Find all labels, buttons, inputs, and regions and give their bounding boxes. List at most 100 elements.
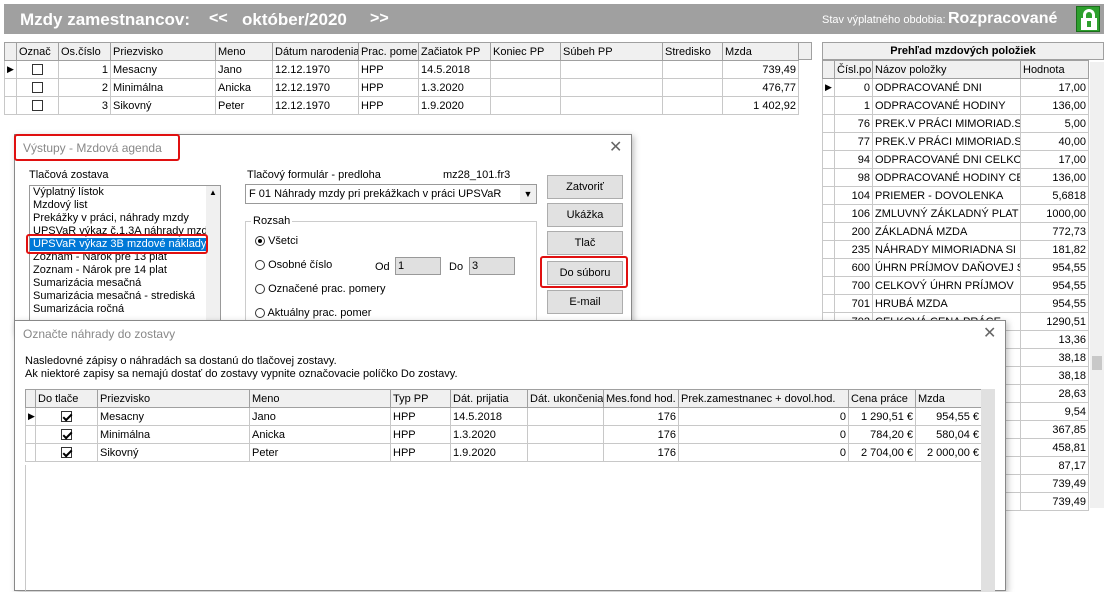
email-button[interactable]: E-mail (547, 290, 623, 314)
radio-personal-number[interactable]: Osobné číslo (255, 259, 332, 271)
table-row[interactable]: 98 ODPRACOVANÉ HODINY CE 136,00 (822, 168, 1089, 187)
form-label: Tlačový formulár - predloha (247, 169, 381, 181)
scrollbar-thumb[interactable] (1092, 356, 1102, 370)
table-row[interactable]: ▶ Mesacny Jano HPP 14.5.2018 176 0 1 290,51 €95… (25, 407, 982, 426)
table-row[interactable]: Minimálna Anicka HPP 1.3.2020 176 0 784,20 €58… (25, 425, 982, 444)
from-input[interactable]: 1 (395, 257, 441, 275)
report-list-item[interactable]: Sumarizácia ročná (30, 303, 206, 316)
col-header[interactable]: Os.číslo (58, 42, 111, 61)
mark-checkbox[interactable] (16, 96, 59, 115)
report-list-item[interactable]: Zoznam - Nárok pre 14 plat (30, 264, 206, 277)
col-header[interactable]: Meno (215, 42, 273, 61)
cell: 235 (834, 240, 873, 259)
table-row[interactable]: ▶ 0 ODPRACOVANÉ DNI 17,00 (822, 78, 1089, 97)
compensation-scrollbar[interactable] (981, 389, 995, 592)
unlock-icon[interactable] (1076, 6, 1100, 32)
col-header[interactable]: Názov položky (872, 60, 1021, 79)
table-row[interactable]: 94 ODPRACOVANÉ DNI CELKOM 17,00 (822, 150, 1089, 169)
table-row[interactable]: 2 Minimálna Anicka 12.12.1970 HPP 1.3.20… (4, 78, 799, 97)
table-row[interactable]: 700 CELKOVÝ ÚHRN PRÍJMOV 954,55 (822, 276, 1089, 295)
table-row[interactable]: 1 ODPRACOVANÉ HODINY 136,00 (822, 96, 1089, 115)
from-label: Od (375, 261, 390, 273)
table-row[interactable]: 3 Sikovný Peter 12.12.1970 HPP 1.9.2020 … (4, 96, 799, 115)
report-list-item[interactable]: Mzdový list (30, 199, 206, 212)
cell: 1290,51 (1020, 312, 1089, 331)
col-header[interactable]: Cena práce (848, 389, 916, 408)
col-header[interactable]: Do tlače (35, 389, 98, 408)
col-header[interactable]: Hodnota (1020, 60, 1089, 79)
radio-current[interactable]: Aktuálny prac. pomer (255, 307, 371, 319)
table-row[interactable]: ▶ 1 Mesacny Jano 12.12.1970 HPP 14.5.201… (4, 60, 799, 79)
form-select[interactable]: F 01 Náhrady mzdy pri prekážkach v práci… (245, 184, 537, 204)
col-header[interactable]: Koniec PP (490, 42, 561, 61)
col-header[interactable]: Stredisko (662, 42, 723, 61)
range-label: Rozsah (251, 215, 293, 227)
col-header[interactable]: Prek.zamestnanec + dovol.hod. (678, 389, 849, 408)
items-scrollbar[interactable] (1090, 62, 1104, 508)
col-header[interactable]: Označ (16, 42, 59, 61)
close-icon[interactable]: ✕ (609, 137, 622, 157)
table-row[interactable]: 200 ZÁKLADNÁ MZDA 772,73 (822, 222, 1089, 241)
next-month-button[interactable]: >> (370, 10, 389, 28)
col-header[interactable]: Dát. prijatia (450, 389, 528, 408)
report-list-item[interactable]: Výplatný lístok (30, 186, 206, 199)
mark-checkbox[interactable] (16, 78, 59, 97)
radio-all[interactable]: Všetci (255, 235, 298, 247)
report-list-item[interactable]: Sumarizácia mesačná - strediská (30, 290, 206, 303)
table-row[interactable]: 76 PREK.V PRÁCI MIMORIAD.SI 5,00 (822, 114, 1089, 133)
row-indicator (25, 443, 36, 462)
cell: 17,00 (1020, 78, 1089, 97)
table-row[interactable]: 701 HRUBÁ MZDA 954,55 (822, 294, 1089, 313)
col-header[interactable]: Mzda (915, 389, 982, 408)
table-row[interactable]: 77 PREK.V PRÁCI MIMORIAD.SI 40,00 (822, 132, 1089, 151)
col-header[interactable]: Dát. ukončenia (527, 389, 604, 408)
table-row[interactable]: Sikovný Peter HPP 1.9.2020 176 0 2 704,00 €2 0… (25, 443, 982, 462)
cell: 1 (834, 96, 873, 115)
print-checkbox[interactable] (35, 425, 98, 444)
cell: PREK.V PRÁCI MIMORIAD.SI (872, 132, 1021, 151)
col-header[interactable]: Priezvisko (110, 42, 216, 61)
mark-checkbox[interactable] (16, 60, 59, 79)
table-row[interactable]: 600 ÚHRN PRÍJMOV DAŇOVEJ S 954,55 (822, 258, 1089, 277)
close-icon[interactable]: ✕ (983, 323, 996, 343)
grid-corner (798, 42, 812, 60)
report-list-item[interactable]: Sumarizácia mesačná (30, 277, 206, 290)
row-indicator (822, 222, 835, 241)
col-header[interactable]: Súbeh PP (560, 42, 663, 61)
col-header[interactable]: Prac. pomer (358, 42, 419, 61)
col-header[interactable]: Mzda (722, 42, 799, 61)
table-row[interactable]: 106 ZMLUVNÝ ZÁKLADNÝ PLAT 1000,00 (822, 204, 1089, 223)
print-checkbox[interactable] (35, 407, 98, 426)
prev-month-button[interactable]: << (209, 10, 228, 28)
col-header[interactable]: Meno (249, 389, 391, 408)
cell (527, 407, 604, 426)
preview-button[interactable]: Ukážka (547, 203, 623, 227)
col-header[interactable]: Dátum narodenia (272, 42, 359, 61)
radio-marked[interactable]: Označené prac. pomery (255, 283, 385, 295)
table-row[interactable]: 235 NÁHRADY MIMORIADNA SI 181,82 (822, 240, 1089, 259)
cell (490, 78, 561, 97)
report-list-item[interactable]: Prekážky v práci, náhrady mzdy (30, 212, 206, 225)
to-input[interactable]: 3 (469, 257, 515, 275)
cell: 176 (603, 407, 679, 426)
table-row[interactable]: 104 PRIEMER - DOVOLENKA 5,6818 (822, 186, 1089, 205)
current-month: október/2020 (242, 10, 347, 29)
report-list-scrollbar[interactable]: ▲ (206, 186, 220, 334)
col-header[interactable]: Priezvisko (97, 389, 250, 408)
cell: 1.3.2020 (418, 78, 491, 97)
col-header[interactable]: Začiatok PP (418, 42, 491, 61)
col-header[interactable]: Mes.fond hod. (603, 389, 679, 408)
print-checkbox[interactable] (35, 443, 98, 462)
cell: 17,00 (1020, 150, 1089, 169)
cell: Mesacny (110, 60, 216, 79)
scroll-up-icon[interactable]: ▲ (209, 188, 217, 197)
report-list[interactable]: Výplatný lístok Mzdový list Prekážky v prá… (29, 185, 221, 335)
close-button[interactable]: Zatvoriť (547, 175, 623, 199)
print-button[interactable]: Tlač (547, 231, 623, 255)
cell: 0 (678, 443, 849, 462)
cell: ODPRACOVANÉ DNI CELKOM (872, 150, 1021, 169)
cell: 176 (603, 425, 679, 444)
col-header[interactable]: Čísl.pol (834, 60, 873, 79)
col-header[interactable]: Typ PP (390, 389, 451, 408)
chevron-down-icon[interactable]: ▼ (520, 185, 536, 203)
